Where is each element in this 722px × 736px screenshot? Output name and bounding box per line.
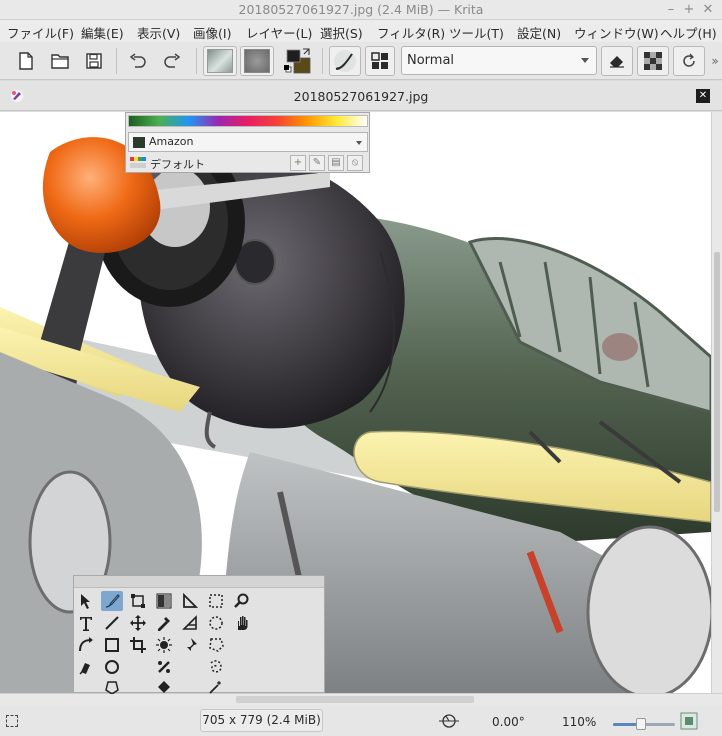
gradient-swatch (207, 49, 233, 73)
selection-display-icon[interactable] (6, 715, 18, 727)
blending-mode-value: Normal (407, 53, 455, 68)
reference-pin-tool-icon[interactable] (179, 635, 201, 655)
menu-window[interactable]: ウィンドウ(W) (574, 23, 659, 42)
gradient-preset-button[interactable] (203, 46, 237, 76)
vertical-scrollbar[interactable] (711, 112, 722, 693)
main-toolbar: » (0, 42, 722, 80)
line-tool-icon[interactable] (101, 613, 123, 633)
close-window-icon[interactable]: ✕ (699, 1, 717, 19)
calligraphy-tool-icon[interactable] (75, 657, 97, 677)
new-document-icon[interactable] (12, 46, 40, 76)
remove-color-icon[interactable]: ⦸ (347, 155, 363, 171)
toolbar-overflow-icon[interactable]: » (708, 46, 722, 76)
reload-preset-button[interactable] (673, 46, 705, 76)
blending-mode-select[interactable]: Normal (401, 46, 597, 75)
palette-set-name[interactable]: デフォルト (150, 156, 205, 172)
window-title: 20180527061927.jpg (2.4 MiB) — Krita (238, 2, 484, 17)
polygon-tool-icon[interactable] (101, 677, 123, 697)
menu-bar: ファイル(F) 編集(E) 表示(V) 画像(I) レイヤー(L) 選択(S) … (0, 20, 722, 42)
fill-tool-icon[interactable] (153, 677, 175, 697)
open-folder-icon[interactable] (46, 46, 74, 76)
menu-select[interactable]: 選択(S) (320, 23, 363, 42)
move-tool-icon[interactable] (127, 613, 149, 633)
zoom-slider[interactable] (613, 718, 675, 730)
polygonal-selection-tool-icon[interactable] (205, 635, 227, 655)
pan-tool-icon[interactable] (231, 613, 253, 633)
redo-icon[interactable] (158, 46, 186, 76)
menu-edit[interactable]: 編集(E) (81, 23, 124, 42)
edit-color-icon[interactable]: ✎ (309, 155, 325, 171)
rectangle-tool-icon[interactable] (101, 635, 123, 655)
horizontal-scrollbar-thumb[interactable] (236, 696, 474, 703)
toolbar-divider (116, 48, 117, 74)
palette-icon (130, 157, 146, 168)
add-color-icon[interactable]: + (290, 155, 306, 171)
palette-storage-icon[interactable]: ▤ (328, 155, 344, 171)
zoom-tool-icon[interactable] (231, 591, 253, 611)
menu-settings[interactable]: 設定(N) (517, 23, 561, 42)
document-tab-bar: 20180527061927.jpg ✕ (0, 81, 722, 111)
save-icon[interactable] (80, 46, 108, 76)
rotation-icon[interactable] (437, 713, 461, 729)
magic-wand-selection-tool-icon[interactable] (205, 677, 227, 697)
vertical-scrollbar-thumb[interactable] (714, 252, 720, 512)
menu-filter[interactable]: フィルタ(R) (377, 23, 445, 42)
status-bar: 705 x 779 (2.4 MiB) 0.00° 110% (0, 705, 722, 736)
palette-color-select[interactable]: Amazon (128, 132, 368, 152)
menu-tools[interactable]: ツール(T) (449, 23, 504, 42)
freehand-brush-tool-icon[interactable] (101, 591, 123, 611)
toolbox-header[interactable] (74, 576, 324, 588)
brush-preset-button[interactable] (329, 46, 361, 76)
palette-color-swatch (133, 137, 145, 148)
minimize-icon[interactable]: – (662, 1, 680, 19)
maximize-icon[interactable]: + (680, 1, 698, 19)
menu-view[interactable]: 表示(V) (137, 23, 180, 42)
menu-image[interactable]: 画像(I) (193, 23, 231, 42)
select-shapes-tool-icon[interactable] (75, 591, 97, 611)
gradient-tool-icon[interactable] (153, 591, 175, 611)
rectangular-selection-tool-icon[interactable] (205, 591, 227, 611)
brush-editor-button[interactable] (365, 46, 395, 76)
perspective-grid-tool-icon[interactable] (179, 613, 201, 633)
palette-set-row: デフォルト + ✎ ▤ ⦸ (128, 155, 368, 171)
elliptical-selection-tool-icon[interactable] (205, 613, 227, 633)
toolbar-divider (196, 48, 197, 74)
document-tab-title[interactable]: 20180527061927.jpg (0, 89, 722, 104)
fit-to-view-icon[interactable] (680, 712, 698, 730)
eraser-button[interactable] (601, 46, 633, 76)
undo-icon[interactable] (124, 46, 152, 76)
palette-swatch-strip[interactable] (128, 115, 368, 127)
pattern-preset-button[interactable] (240, 46, 274, 76)
transform-tool-icon[interactable] (127, 591, 149, 611)
close-tab-icon[interactable]: ✕ (696, 89, 710, 103)
ellipse-tool-icon[interactable] (101, 657, 123, 677)
zoom-readout[interactable]: 110% (562, 715, 596, 729)
toolbox-panel (73, 575, 325, 694)
edit-shapes-tool-icon[interactable] (75, 635, 97, 655)
alpha-lock-button[interactable] (637, 46, 669, 76)
freehand-selection-tool-icon[interactable] (205, 657, 227, 677)
text-tool-icon[interactable] (75, 613, 97, 633)
smart-patch-tool-icon[interactable] (153, 635, 175, 655)
menu-file[interactable]: ファイル(F) (7, 23, 74, 42)
crop-tool-icon[interactable] (127, 635, 149, 655)
palette-color-name: Amazon (149, 135, 194, 148)
title-bar: 20180527061927.jpg (2.4 MiB) — Krita – +… (0, 0, 722, 20)
color-picker-tool-icon[interactable] (153, 613, 175, 633)
toolbar-divider (322, 48, 323, 74)
rotation-readout: 0.00° (492, 715, 525, 729)
pattern-swatch (244, 49, 270, 73)
chevron-down-icon (356, 141, 362, 145)
palette-popup: Amazon デフォルト + ✎ ▤ ⦸ (125, 112, 370, 173)
menu-help[interactable]: ヘルプ(H) (660, 23, 717, 42)
zoom-slider-knob[interactable] (635, 718, 646, 730)
menu-layer[interactable]: レイヤー(L) (246, 23, 312, 42)
measure-tool-icon[interactable] (179, 591, 201, 611)
image-size-readout[interactable]: 705 x 779 (2.4 MiB) (200, 709, 323, 732)
color-selector[interactable] (282, 46, 316, 76)
assistant-tool-icon[interactable] (153, 657, 175, 677)
chevron-down-icon (581, 58, 589, 63)
